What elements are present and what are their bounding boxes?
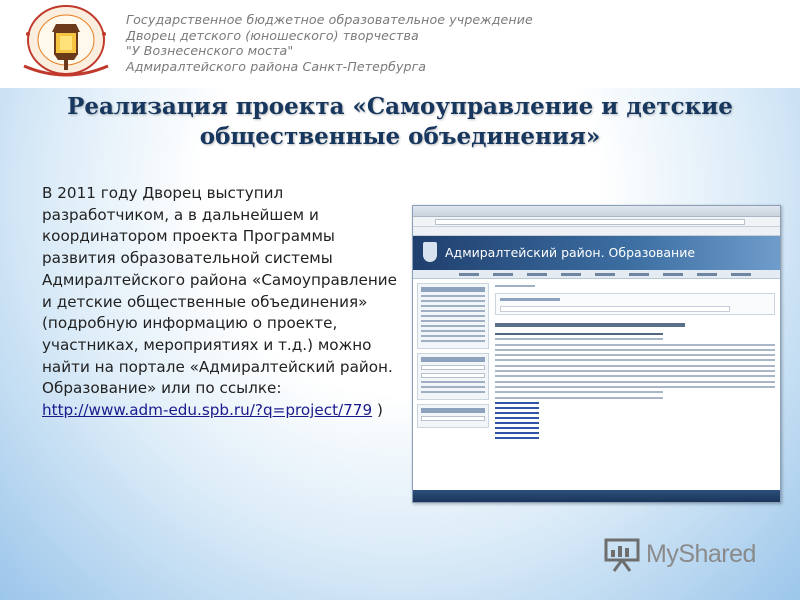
project-link[interactable]: http://www.adm-edu.spb.ru/?q=project/779: [42, 401, 372, 419]
slide-title: Реализация проекта «Самоуправление и дет…: [40, 92, 760, 152]
site-banner: Адмиралтейский район. Образование: [413, 236, 780, 270]
site-nav: [413, 270, 780, 279]
slide-title-line-2: общественные объединения»: [199, 123, 601, 150]
slide-title-line-1: Реализация проекта «Самоуправление и дет…: [67, 93, 733, 120]
org-line-2: Дворец детского (юношеского) творчества: [126, 27, 419, 43]
org-name: Государственное бюджетное образовательно…: [126, 12, 686, 74]
lantern-seal-icon: [23, 5, 109, 77]
presentation-board-icon: [604, 538, 640, 572]
browser-tabbar: [413, 206, 780, 217]
browser-address-bar: [413, 217, 780, 227]
watermark-text: MyShared: [646, 540, 756, 568]
myshared-watermark: MyShared: [604, 536, 774, 576]
browser-bookmarks-bar: [413, 227, 780, 236]
site-body: [413, 279, 780, 493]
org-line-3: "У Вознесенского моста": [126, 43, 294, 58]
header-band: Государственное бюджетное образовательно…: [0, 0, 800, 88]
windows-taskbar: [413, 490, 780, 502]
body-text: В 2011 году Дворец выступил разработчико…: [42, 184, 397, 398]
org-line-4: Адмиралтейского района Санкт-Петербурга: [126, 58, 427, 74]
org-line-1: Государственное бюджетное образовательно…: [126, 12, 533, 27]
body-tail: ): [372, 401, 383, 420]
body-paragraph: В 2011 году Дворец выступил разработчико…: [42, 183, 407, 422]
site-title: Адмиралтейский район. Образование: [445, 245, 696, 260]
site-main-content: [495, 283, 775, 493]
site-sidebar: [417, 283, 489, 493]
portal-screenshot: Адмиралтейский район. Образование: [412, 205, 781, 503]
coat-of-arms-icon: [423, 242, 437, 262]
